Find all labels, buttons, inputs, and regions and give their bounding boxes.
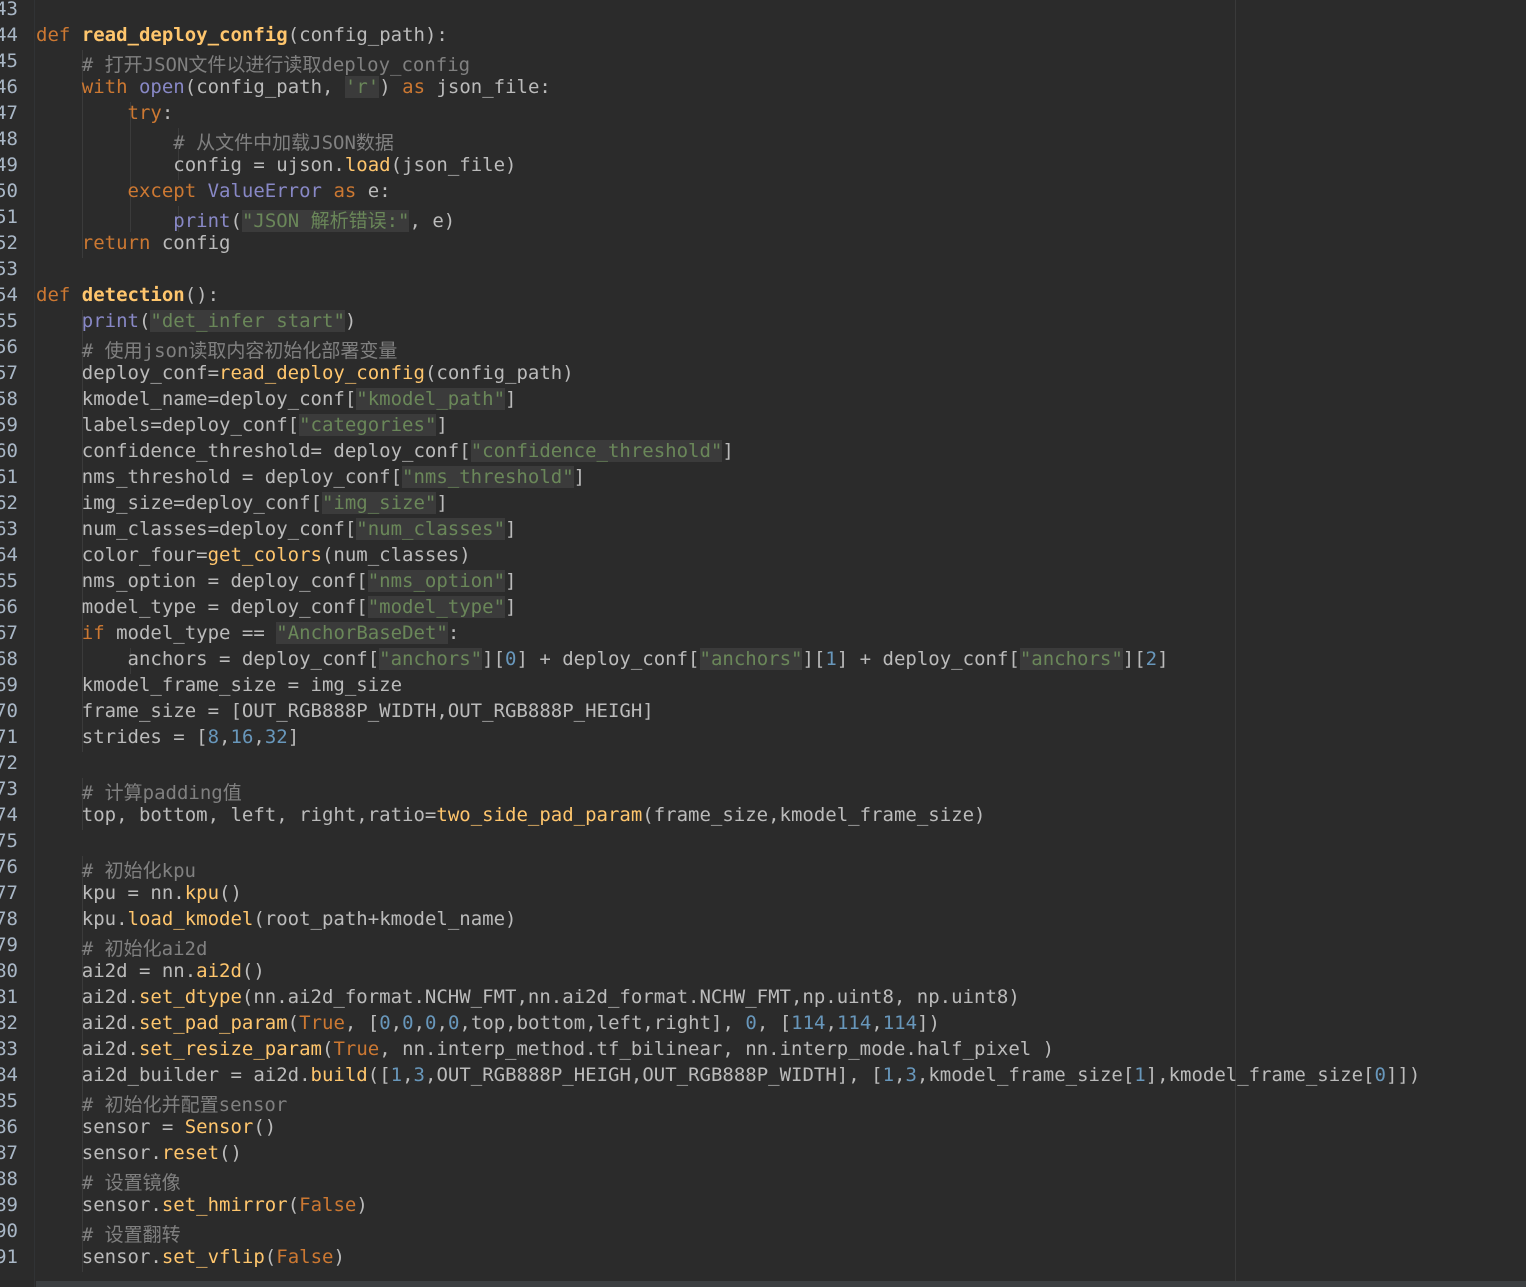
code-text: # 打开JSON文件以进行读取deploy_config [81,54,471,76]
code-text: strides = [8,16,32] [36,726,300,748]
code-text: sensor = Sensor() [36,1116,277,1138]
code-text: # 计算padding值 [81,782,242,804]
line-number: 72 [0,752,18,774]
code-editor[interactable]: 43 44 def read_deploy_config(config_path):… [0,0,1526,1287]
line-number: 61 [0,466,18,488]
line-number: 50 [0,180,18,202]
line-number: 46 [0,76,18,98]
code-text: config = ujson.load(json_file) [36,154,517,176]
code-text: ai2d.set_resize_param(True, nn.interp_me… [36,1038,1055,1060]
line-number: 65 [0,570,18,592]
line-number: 68 [0,648,18,670]
line-number: 51 [0,206,18,228]
line-number: 75 [0,830,18,852]
code-text: # 从文件中加载JSON数据 [173,132,394,154]
line-number: 83 [0,1038,18,1060]
editor-empty-area [1236,0,1526,1287]
code-text: kmodel_frame_size = img_size [36,674,403,696]
line-number: 71 [0,726,18,748]
code-text: nms_threshold = deploy_conf["nms_thresho… [36,466,586,488]
line-number: 80 [0,960,18,982]
code-text: model_type = deploy_conf["model_type"] [36,596,517,618]
line-number: 67 [0,622,18,644]
line-number: 89 [0,1194,18,1216]
line-number: 69 [0,674,18,696]
code-text: sensor.reset() [36,1142,242,1164]
line-number: 79 [0,934,18,956]
code-text: # 设置镜像 [81,1172,181,1194]
code-text: print("det_infer start") [81,310,357,332]
code-text: img_size=deploy_conf["img_size"] [36,492,448,514]
line-number: 62 [0,492,18,514]
code-text: color_four=get_colors(num_classes) [36,544,471,566]
gutter-separator [34,0,35,1287]
line-number: 86 [0,1116,18,1138]
line-number: 85 [0,1090,18,1112]
code-text: # 初始化并配置sensor [81,1094,288,1116]
line-number: 52 [0,232,18,254]
code-text: ai2d = nn.ai2d() [36,960,265,982]
line-number: 43 [0,0,18,20]
line-number: 91 [0,1246,18,1268]
line-number: 74 [0,804,18,826]
code-text: except ValueError as e: [127,180,391,202]
code-text: def read_deploy_config(config_path): [36,24,448,46]
horizontal-scrollbar[interactable] [36,1281,1526,1287]
line-number: 60 [0,440,18,462]
code-text: ai2d.set_pad_param(True, [0,0,0,0,top,bo… [36,1012,940,1034]
code-text: deploy_conf=read_deploy_config(config_pa… [36,362,574,384]
code-text: anchors = deploy_conf["anchors"][0] + de… [36,648,1169,670]
line-number: 56 [0,336,18,358]
code-text: kpu.load_kmodel(root_path+kmodel_name) [36,908,517,930]
line-number: 49 [0,154,18,176]
line-number: 44 [0,24,18,46]
line-number: 77 [0,882,18,904]
code-text: ai2d.set_dtype(nn.ai2d_format.NCHW_FMT,n… [36,986,1020,1008]
line-number: 78 [0,908,18,930]
code-text: kpu = nn.kpu() [36,882,242,904]
line-number: 59 [0,414,18,436]
code-text: confidence_threshold= deploy_conf["confi… [36,440,734,462]
line-number: 82 [0,1012,18,1034]
line-number: 48 [0,128,18,150]
code-text: # 初始化ai2d [81,938,208,960]
code-text: with open(config_path, 'r') as json_file… [81,76,551,98]
code-text: ai2d_builder = ai2d.build([1,3,OUT_RGB88… [36,1064,1421,1086]
line-number: 54 [0,284,18,306]
line-number: 66 [0,596,18,618]
line-number: 55 [0,310,18,332]
line-number: 76 [0,856,18,878]
code-text: return config [81,232,231,254]
line-number: 47 [0,102,18,124]
line-number: 81 [0,986,18,1008]
code-text: sensor.set_hmirror(False) [36,1194,368,1216]
code-text: def detection(): [36,284,220,306]
code-text: labels=deploy_conf["categories"] [36,414,448,436]
line-number: 58 [0,388,18,410]
code-text: # 设置翻转 [81,1224,181,1246]
code-text: frame_size = [OUT_RGB888P_WIDTH,OUT_RGB8… [36,700,654,722]
code-text: print("JSON 解析错误:", e) [173,210,456,232]
line-number: 87 [0,1142,18,1164]
line-number: 53 [0,258,18,280]
line-number: 70 [0,700,18,722]
line-number: 64 [0,544,18,566]
code-text: if model_type == "AnchorBaseDet": [81,622,460,644]
line-number: 57 [0,362,18,384]
line-number: 63 [0,518,18,540]
code-text: top, bottom, left, right,ratio=two_side_… [36,804,986,826]
line-number: 73 [0,778,18,800]
line-number: 45 [0,50,18,72]
line-number: 88 [0,1168,18,1190]
code-text: kmodel_name=deploy_conf["kmodel_path"] [36,388,517,410]
code-text: try: [127,102,174,124]
code-text: sensor.set_vflip(False) [36,1246,345,1268]
line-number: 84 [0,1064,18,1086]
code-text: # 初始化kpu [81,860,196,882]
code-text: num_classes=deploy_conf["num_classes"] [36,518,517,540]
code-text: # 使用json读取内容初始化部署变量 [81,340,398,362]
line-number: 90 [0,1220,18,1242]
code-text: nms_option = deploy_conf["nms_option"] [36,570,517,592]
